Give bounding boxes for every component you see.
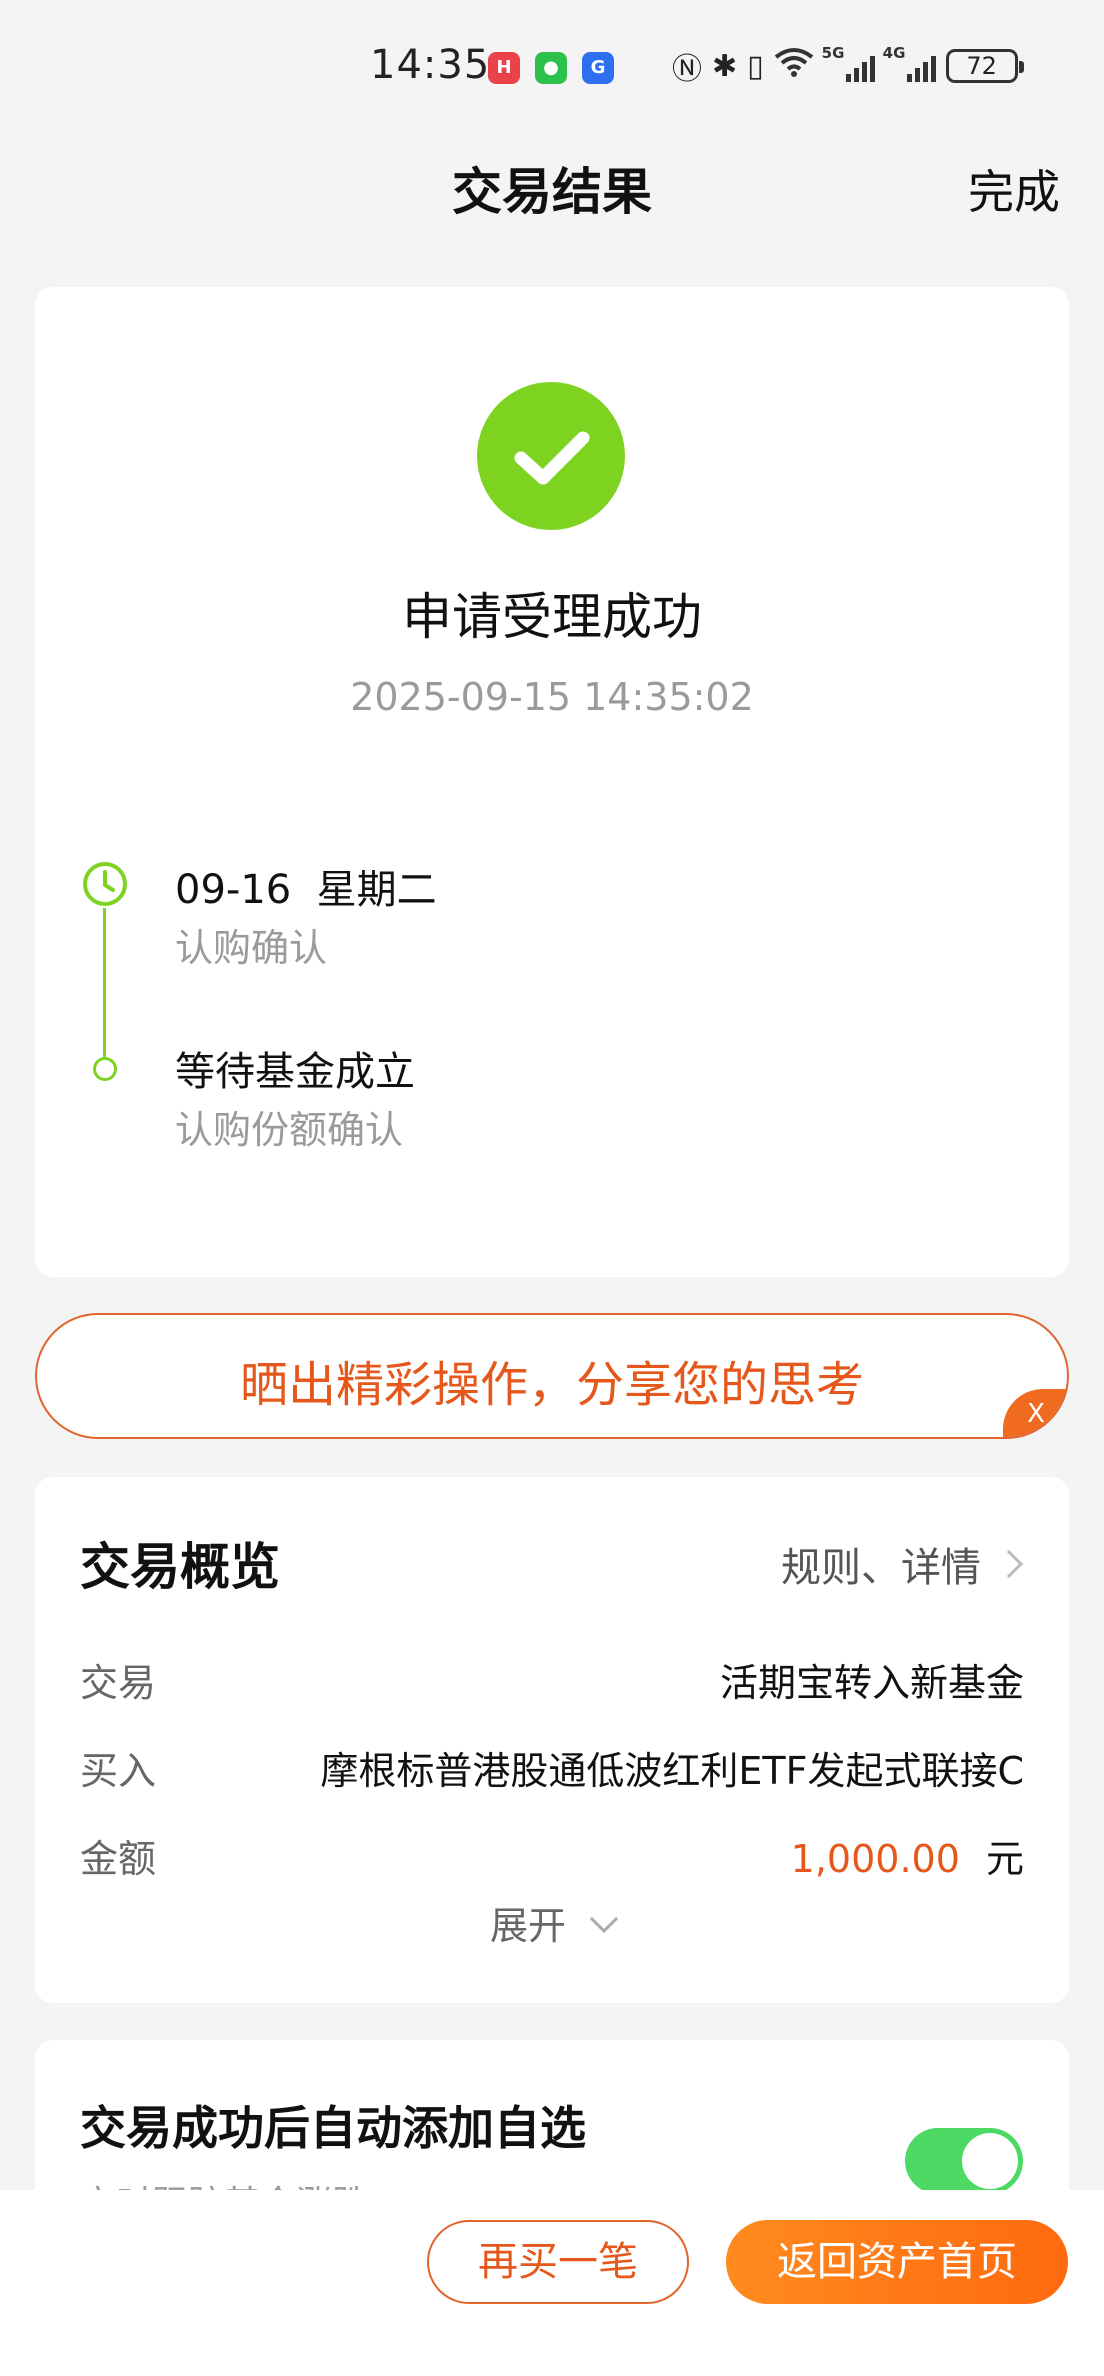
overview-value: 摩根标普港股通低波红利ETF发起式联接C — [320, 1749, 1024, 1793]
return-home-button[interactable]: 返回资产首页 — [726, 2220, 1068, 2304]
battery-icon: 72 — [945, 49, 1024, 83]
auto-add-title: 交易成功后自动添加自选 — [80, 2101, 586, 2155]
chevron-down-icon — [589, 1904, 619, 1934]
amount-unit: 元 — [985, 1837, 1024, 1881]
overview-amount-value: 1,000.00 元 — [791, 1828, 1024, 1883]
page-title: 交易结果 — [452, 163, 652, 221]
status-bar: 14:35 H ● G Ⓝ ✱ ▯ 5G 4G 72 — [0, 0, 1104, 130]
vibrate-icon: ▯ — [747, 48, 764, 84]
bluetooth-icon: ✱ — [712, 48, 738, 84]
rules-details-label: 规则、详情 — [781, 1545, 981, 1591]
clock-icon — [81, 860, 129, 908]
wifi-icon — [774, 47, 814, 85]
share-banner[interactable]: 晒出精彩操作，分享您的思考 X — [35, 1313, 1069, 1439]
overview-value: 活期宝转入新基金 — [719, 1661, 1024, 1705]
amount-number: 1,000.00 — [790, 1837, 960, 1881]
share-banner-text: 晒出精彩操作，分享您的思考 — [239, 1357, 864, 1413]
overview-key: 金额 — [80, 1837, 157, 1881]
success-check-icon — [477, 382, 625, 530]
overview-row-buy: 买入 摩根标普港股通低波红利ETF发起式联接C — [80, 1740, 1024, 1795]
nfc-icon: Ⓝ — [672, 52, 702, 87]
huawei-app-icon: H — [488, 52, 520, 84]
g-app-icon: G — [582, 52, 614, 84]
done-button[interactable]: 完成 — [968, 156, 1060, 222]
result-card: 申请受理成功 2025-09-15 14:35:02 09-16 星期二 认购确… — [35, 287, 1069, 1277]
toggle-knob — [962, 2133, 1018, 2189]
timeline-dot — [93, 1057, 117, 1081]
signal-5g-label: 5G — [821, 44, 845, 62]
result-status: 申请受理成功 — [402, 588, 702, 646]
overview-key: 交易 — [80, 1661, 157, 1705]
timeline-connector — [103, 908, 106, 1058]
rules-details-link[interactable]: 规则、详情 — [781, 1535, 1024, 1593]
trade-overview-card: 交易概览 规则、详情 交易 活期宝转入新基金 买入 摩根标普港股通低波红利ETF… — [35, 1477, 1069, 2003]
expand-label: 展开 — [489, 1904, 566, 1948]
overview-key: 买入 — [80, 1749, 157, 1793]
signal-4g-label: 4G — [882, 44, 906, 62]
timeline-step-2-title: 等待基金成立 — [175, 1049, 415, 1095]
buy-again-button[interactable]: 再买一笔 — [427, 2220, 689, 2304]
status-time: 14:35 — [370, 42, 491, 88]
chevron-right-icon — [994, 1549, 1024, 1579]
overview-row-trade: 交易 活期宝转入新基金 — [80, 1652, 1024, 1707]
status-icons: Ⓝ ✱ ▯ 5G 4G 72 — [672, 44, 1024, 87]
overview-row-amount: 金额 1,000.00 元 — [80, 1828, 1024, 1883]
timeline-step-1-subtitle: 认购确认 — [175, 926, 328, 970]
bottom-action-bar: 再买一笔 返回资产首页 — [0, 2190, 1104, 2376]
result-timestamp: 2025-09-15 14:35:02 — [350, 675, 754, 719]
page-header: 交易结果 完成 — [0, 130, 1104, 240]
signal-5g-icon: 5G — [822, 44, 875, 82]
timeline-step-2-subtitle: 认购份额确认 — [175, 1108, 404, 1152]
expand-button[interactable]: 展开 — [35, 1895, 1069, 1950]
signal-4g-icon: 4G — [883, 44, 936, 82]
timeline-step-1-title: 09-16 星期二 — [175, 867, 437, 913]
auto-add-toggle[interactable] — [905, 2128, 1023, 2194]
overview-title: 交易概览 — [80, 1538, 280, 1596]
wechat-icon: ● — [535, 52, 567, 84]
